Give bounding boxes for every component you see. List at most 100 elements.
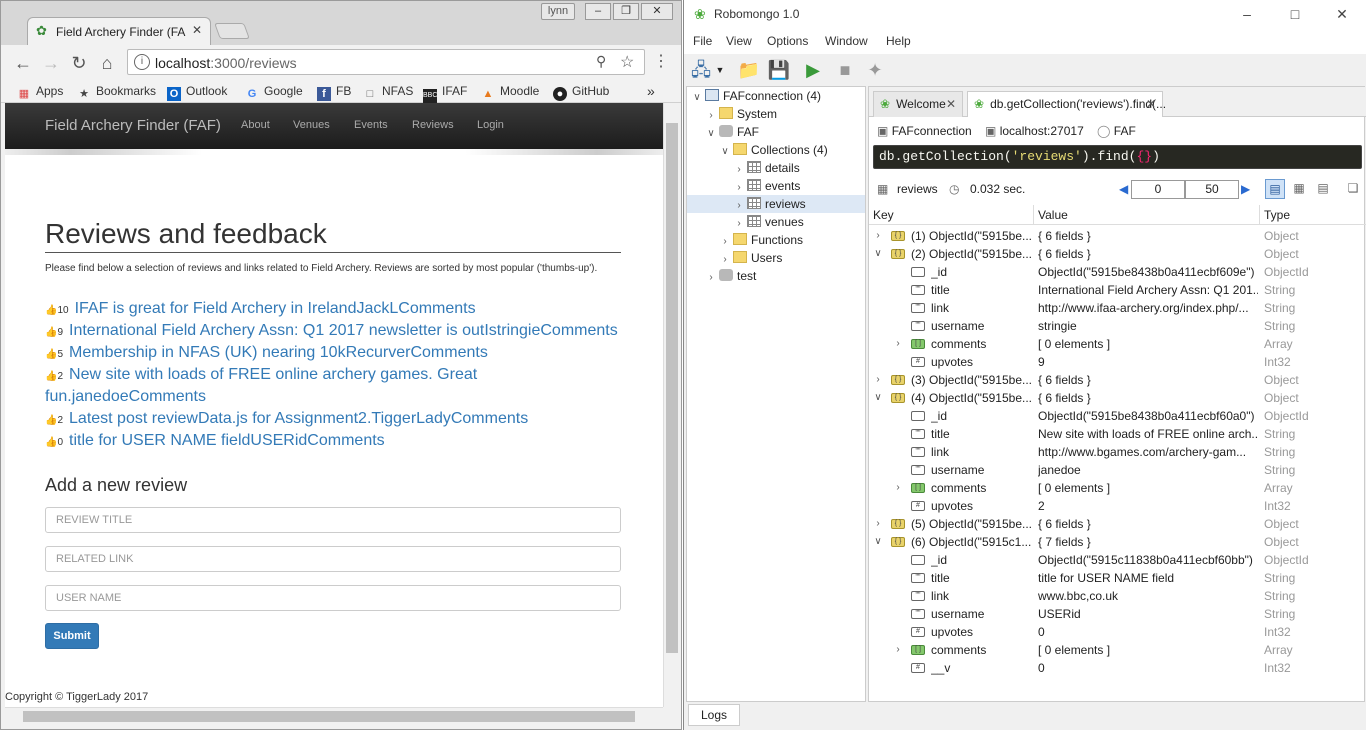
tree-item-events[interactable]: › events	[687, 177, 800, 195]
skip-input[interactable]: 0	[1131, 180, 1185, 199]
bookmark-apps[interactable]: ▦ Apps	[17, 82, 64, 100]
nav-reviews[interactable]: Reviews	[412, 119, 454, 131]
tree-item-faf[interactable]: ∨ FAF	[687, 123, 759, 141]
tab-query[interactable]: ❀ db.getCollection('reviews').find(... ✕	[967, 91, 1166, 117]
result-row[interactable]: "" title International Field Archery Assn:…	[869, 281, 1366, 299]
result-row[interactable]: › { } (5) ObjectId("5915be... { 6 fields } O…	[869, 515, 1366, 533]
page-next-icon[interactable]: ▶	[1241, 177, 1250, 201]
info-icon[interactable]: i	[134, 54, 150, 70]
restore-button[interactable]: ❐	[613, 3, 639, 20]
vertical-scroll-thumb[interactable]	[666, 123, 678, 653]
result-row[interactable]: _id ObjectId("5915be8438b0a411ecbf60a0") O…	[869, 407, 1366, 425]
minimize-button[interactable]: –	[585, 3, 611, 20]
back-arrow-icon[interactable]: ←	[13, 53, 33, 73]
result-row[interactable]: › [ ] comments [ 0 elements ] Array	[869, 479, 1366, 497]
user-name-input[interactable]: USER NAME	[45, 585, 621, 611]
result-row[interactable]: ∨ { } (2) ObjectId("5915be... { 6 fields } O…	[869, 245, 1366, 263]
review-link[interactable]: 👍9 International Field Archery Assn: Q1 2…	[45, 320, 635, 344]
result-row[interactable]: # upvotes 9 Int32	[869, 353, 1366, 371]
result-row[interactable]: › { } (3) ObjectId("5915be... { 6 fields } O…	[869, 371, 1366, 389]
chevron-right-icon[interactable]: ›	[873, 515, 883, 533]
result-row[interactable]: # upvotes 0 Int32	[869, 623, 1366, 641]
chrome-menu-icon[interactable]: ⋮	[653, 53, 669, 73]
site-brand[interactable]: Field Archery Finder (FAF)	[45, 117, 221, 134]
result-row[interactable]: › { } (1) ObjectId("5915be... { 6 fields } O…	[869, 227, 1366, 245]
column-header-type[interactable]: Type	[1260, 205, 1366, 225]
close-window-button[interactable]: ✕	[641, 3, 673, 20]
more-bookmarks-icon[interactable]: »	[647, 82, 655, 100]
bookmark-google[interactable]: G Google	[245, 82, 303, 100]
vertical-scrollbar[interactable]	[663, 103, 681, 707]
maximize-button[interactable]: □	[1285, 6, 1305, 24]
column-header-key[interactable]: Key	[869, 205, 1034, 225]
review-link-continued[interactable]: fun.janedoeComments	[45, 386, 635, 408]
chevron-down-icon[interactable]: ∨	[873, 245, 883, 263]
bookmark-nfas[interactable]: □ NFAS	[363, 82, 414, 100]
horizontal-scroll-thumb[interactable]	[23, 711, 635, 722]
tree-item-users[interactable]: › Users	[687, 249, 782, 267]
review-title-input[interactable]: REVIEW TITLE	[45, 507, 621, 533]
tree-item-system[interactable]: › System	[687, 105, 777, 123]
logs-tab[interactable]: Logs	[688, 704, 740, 726]
result-row[interactable]: "" title New site with loads of FREE onlin…	[869, 425, 1366, 443]
query-editor[interactable]: db.getCollection('reviews').find({})	[873, 145, 1362, 169]
chevron-right-icon[interactable]: ›	[873, 371, 883, 389]
chevron-down-icon[interactable]: ∨	[873, 533, 883, 551]
limit-input[interactable]: 50	[1185, 180, 1239, 199]
profile-button[interactable]: lynn	[541, 3, 575, 20]
maximize-results-icon[interactable]: ❏	[1343, 179, 1363, 199]
bookmark-fb[interactable]: f FB	[317, 82, 351, 101]
horizontal-scrollbar[interactable]	[5, 707, 663, 725]
result-row[interactable]: # __v 0 Int32	[869, 659, 1366, 677]
connect-icon[interactable]: 🖧	[688, 58, 714, 82]
chevron-right-icon[interactable]: ›	[705, 269, 717, 287]
tree-item-functions[interactable]: › Functions	[687, 231, 803, 249]
execute-icon[interactable]: ▶	[800, 58, 826, 82]
bookmark-star-icon[interactable]: ☆	[620, 52, 638, 71]
tab-close-icon[interactable]: ✕	[1146, 92, 1156, 116]
result-row[interactable]: "" title title for USER NAME field String	[869, 569, 1366, 587]
menu-window[interactable]: Window	[825, 34, 868, 48]
bookmark-github[interactable]: ● GitHub	[553, 82, 609, 101]
reload-icon[interactable]: ↻	[69, 53, 89, 73]
result-row[interactable]: "" link http://www.ifaa-archery.org/index.…	[869, 299, 1366, 317]
connect-dropdown-icon[interactable]: ▼	[714, 58, 726, 82]
bookmark-moodle[interactable]: ▲ Moodle	[481, 82, 540, 100]
result-row[interactable]: "" username janedoe String	[869, 461, 1366, 479]
browser-tab[interactable]: ✿ Field Archery Finder (FAF ✕	[27, 17, 211, 45]
address-bar[interactable]: i localhost:3000/reviews ⚲ ☆	[127, 49, 645, 75]
result-row[interactable]: "" username USERid String	[869, 605, 1366, 623]
open-folder-icon[interactable]: 📁	[736, 58, 762, 82]
text-view-icon[interactable]: ▤	[1313, 179, 1333, 199]
nav-events[interactable]: Events	[354, 119, 388, 131]
result-row[interactable]: _id ObjectId("5915be8438b0a411ecbf609e") O…	[869, 263, 1366, 281]
result-row[interactable]: _id ObjectId("5915c11838b0a411ecbf60bb") O…	[869, 551, 1366, 569]
result-row[interactable]: › [ ] comments [ 0 elements ] Array	[869, 641, 1366, 659]
save-icon[interactable]: 💾	[766, 58, 792, 82]
review-link[interactable]: 👍2 Latest post reviewData.js for Assignme…	[45, 408, 635, 432]
result-row[interactable]: "" link http://www.bgames.com/archery-gam.…	[869, 443, 1366, 461]
related-link-input[interactable]: RELATED LINK	[45, 546, 621, 572]
stop-icon[interactable]: ■	[832, 58, 858, 82]
tree-view-icon[interactable]: ▤	[1265, 179, 1285, 199]
result-row[interactable]: ∨ { } (6) ObjectId("5915c1... { 7 fields } O…	[869, 533, 1366, 551]
review-link[interactable]: 👍2 New site with loads of FREE online arc…	[45, 364, 635, 388]
chevron-right-icon[interactable]: ›	[893, 335, 903, 353]
menu-help[interactable]: Help	[886, 34, 911, 48]
zoom-icon[interactable]: ⚲	[596, 53, 614, 71]
tree-item-reviews[interactable]: › reviews	[687, 195, 865, 213]
column-header-value[interactable]: Value	[1034, 205, 1260, 225]
tab-welcome[interactable]: ❀ Welcome ✕	[873, 91, 963, 117]
nav-venues[interactable]: Venues	[293, 119, 330, 131]
minimize-button[interactable]: –	[1237, 6, 1257, 24]
home-icon[interactable]: ⌂	[97, 53, 117, 73]
tools-icon[interactable]: ✦	[862, 58, 888, 82]
tree-item-connection[interactable]: ∨ FAFconnection (4)	[687, 87, 821, 105]
result-row[interactable]: › [ ] comments [ 0 elements ] Array	[869, 335, 1366, 353]
submit-button[interactable]: Submit	[45, 623, 99, 649]
new-tab-button[interactable]	[214, 23, 250, 39]
tree-item-venues[interactable]: › venues	[687, 213, 804, 231]
chevron-right-icon[interactable]: ›	[893, 641, 903, 659]
tab-close-icon[interactable]: ✕	[946, 92, 956, 116]
result-row[interactable]: # upvotes 2 Int32	[869, 497, 1366, 515]
